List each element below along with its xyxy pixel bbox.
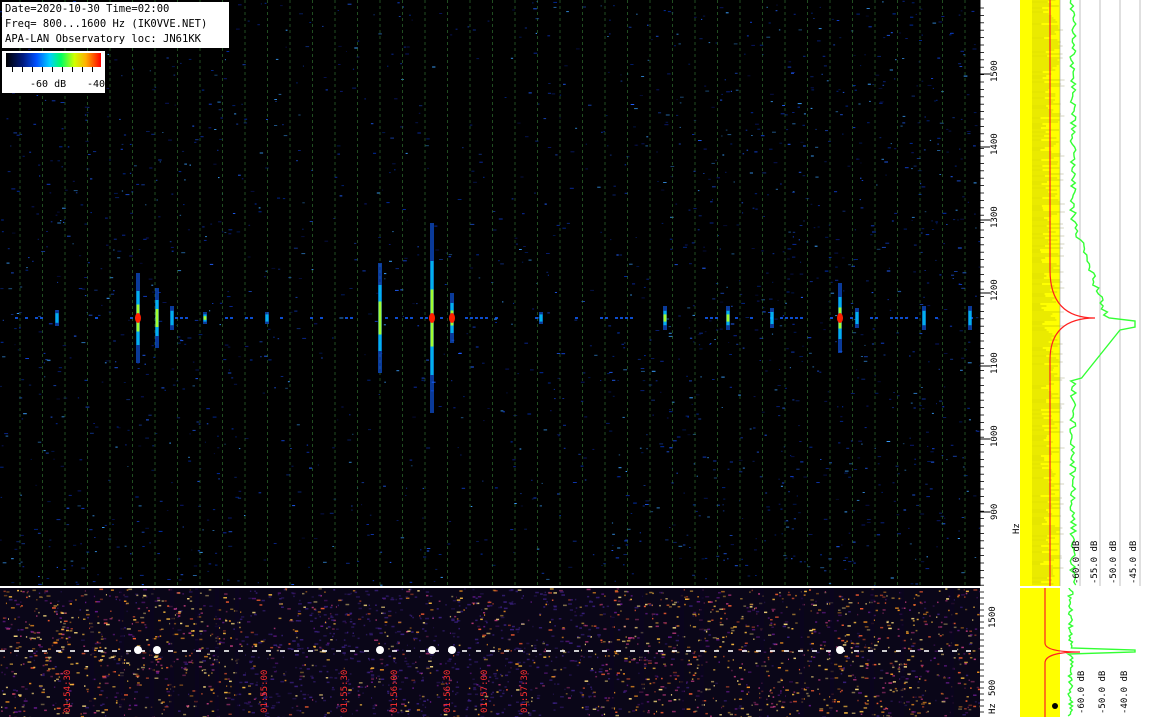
color-scale-min-label: -60 dB [30, 79, 67, 90]
time-label: 01:55:30 [340, 669, 350, 713]
db-bottom-label-0: -60.0 dB [1077, 670, 1087, 714]
frequency-axis: 1500 1400 1300 1200 1100 1000 900 Hz [980, 0, 1022, 586]
freq-bottom-tick-500: 500 [988, 679, 998, 696]
time-label: 01:57:00 [480, 669, 490, 713]
waterfall-canvas [0, 0, 980, 586]
meteor-echo [378, 263, 382, 373]
info-overlay: Date=2020-10-30 Time=02:00 Freq= 800...1… [2, 2, 229, 48]
spectrum-panel-bottom: -60.0 dB -50.0 dB -40.0 dB [1020, 588, 1149, 717]
meteor-echo [429, 223, 435, 413]
meteor-echo [539, 312, 543, 324]
color-scale-bar [6, 53, 101, 67]
frequency-tick-label: 900 [990, 503, 1000, 520]
frequency-tick-label: 1400 [990, 133, 1000, 155]
meteor-echo [968, 306, 972, 330]
spectrum-panel: -60.0 dB -55.0 dB -50.0 dB -45.0 dB [1020, 0, 1149, 586]
meteor-echo [855, 308, 859, 328]
meteor-echo [726, 306, 730, 330]
db-bottom-label-1: -50.0 dB [1098, 670, 1108, 714]
spectrum-trace-canvas [1020, 0, 1149, 586]
time-label: 01:56:30 [443, 669, 453, 713]
meteor-echo [55, 310, 59, 326]
color-scale-max-label: -40 [87, 79, 106, 90]
meteor-echo [155, 288, 159, 348]
frequency-tick-label: 1300 [990, 206, 1000, 228]
long-term-waterfall-canvas [0, 588, 980, 717]
db-label-0: -60.0 dB [1072, 540, 1082, 584]
freq-bottom-unit-label: Hz [988, 703, 998, 714]
time-label: 01:57:30 [520, 669, 530, 713]
freq-bottom-tick-1500: 1500 [988, 606, 998, 628]
db-label-3: -45.0 dB [1129, 540, 1139, 584]
db-label-1: -55.0 dB [1090, 540, 1100, 584]
frequency-tick-label: 1100 [990, 352, 1000, 374]
color-scale-legend: -60 dB -40 [2, 51, 105, 93]
info-frequency-range: Freq= 800...1600 Hz (IK0VVE.NET) [5, 18, 208, 30]
info-observatory: APA-LAN Observatory loc: JN61KK [5, 33, 201, 45]
time-label: 01:54:30 [63, 669, 73, 713]
meteor-echo [265, 312, 269, 324]
time-label: 01:56:00 [390, 669, 400, 713]
info-date-time: Date=2020-10-30 Time=02:00 [5, 3, 170, 15]
waterfall-spectrogram: Date=2020-10-30 Time=02:00 Freq= 800...1… [0, 0, 980, 586]
frequency-axis-bottom-ticks [980, 591, 984, 713]
meteor-echo [170, 306, 174, 330]
meteor-echo [449, 293, 455, 343]
frequency-tick-label: 1000 [990, 425, 1000, 447]
time-label: 01:55:00 [260, 669, 270, 713]
meteor-echo [837, 283, 843, 353]
frequency-tick-label: 1200 [990, 279, 1000, 301]
frequency-tick-label: 1500 [990, 60, 1000, 82]
meteor-echo [203, 312, 207, 324]
long-term-waterfall: 01:54:30 01:55:00 01:55:30 01:56:00 01:56:30… [0, 588, 980, 717]
meteor-echo [663, 306, 667, 330]
meteor-echo [922, 306, 926, 330]
db-bottom-label-2: -40.0 dB [1120, 670, 1130, 714]
meteor-echo [135, 273, 141, 363]
db-label-2: -50.0 dB [1109, 540, 1119, 584]
meteor-echo [770, 308, 774, 328]
frequency-axis-bottom: 1500 500 Hz [980, 588, 1020, 717]
frequency-axis-ticks [980, 0, 990, 586]
